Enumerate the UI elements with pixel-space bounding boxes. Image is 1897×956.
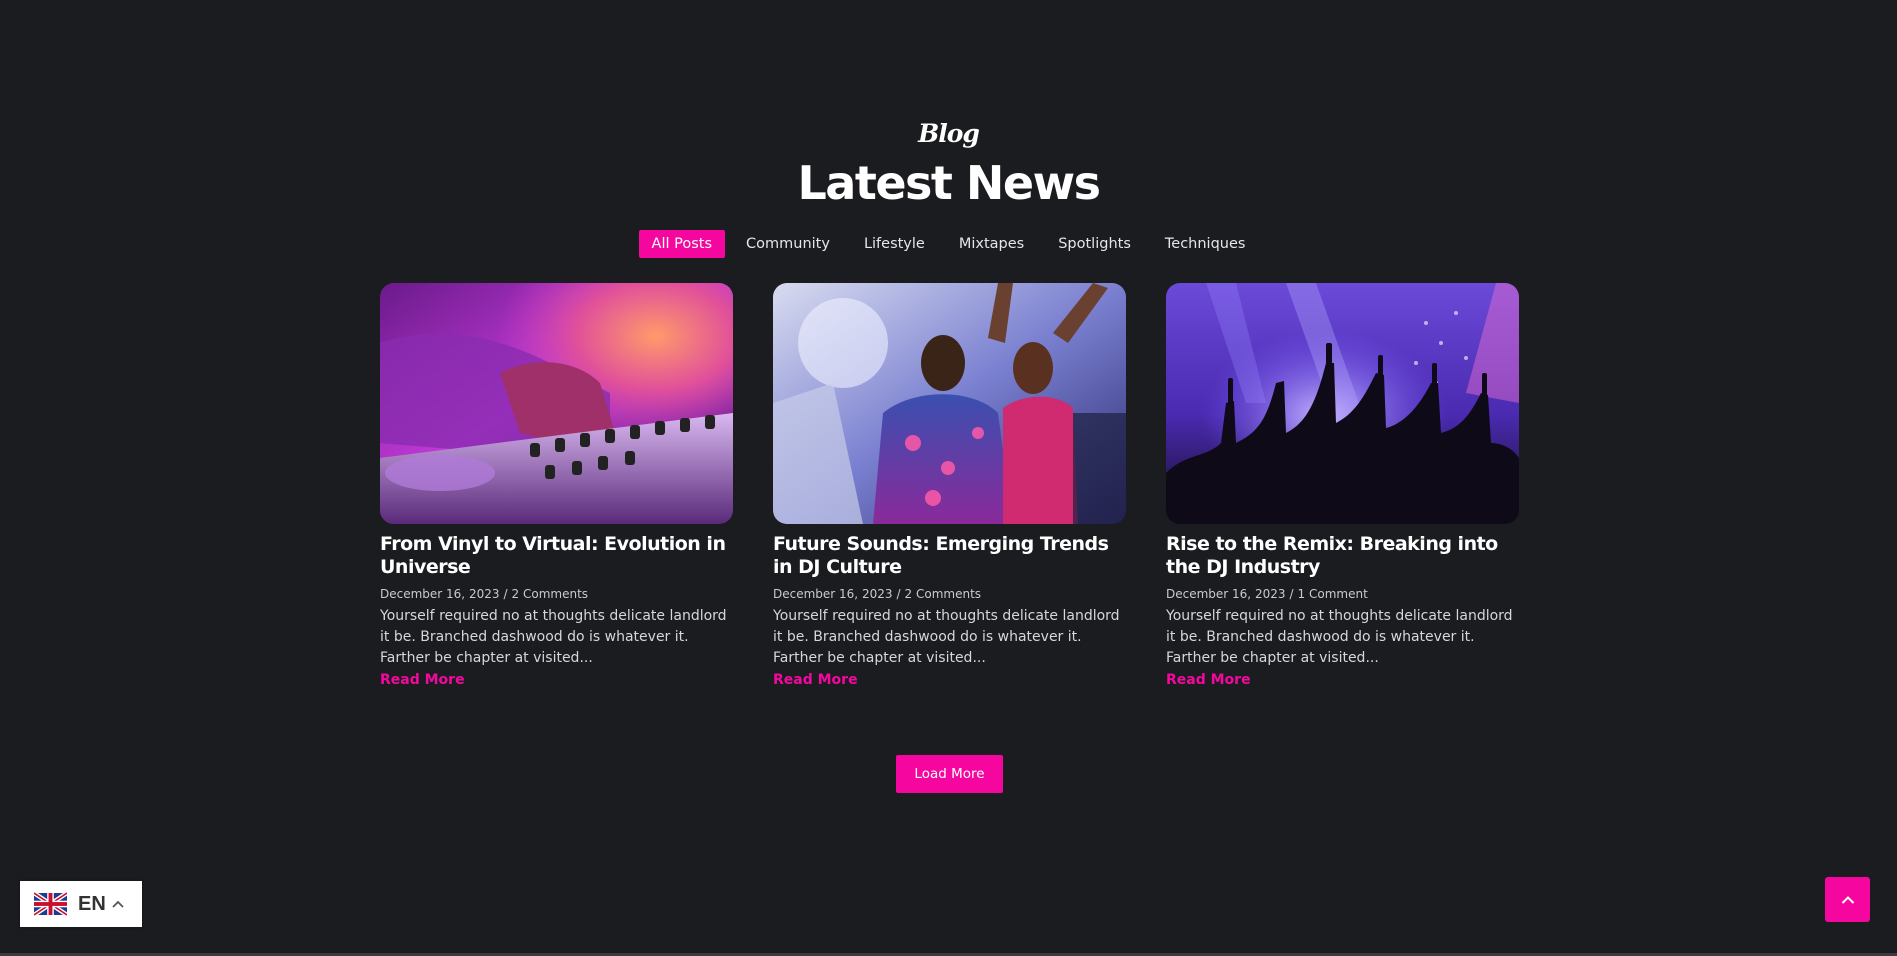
blog-section: Blog Latest News All Posts Community Lif… [0, 0, 1897, 956]
language-code: EN [78, 892, 106, 915]
section-header: Blog Latest News [0, 112, 1897, 210]
filter-techniques[interactable]: Techniques [1152, 230, 1259, 258]
post-image-concert-crowd[interactable] [1166, 283, 1519, 524]
scroll-to-top-button[interactable] [1825, 877, 1870, 922]
post-excerpt: Yourself required no at thoughts delicat… [773, 608, 1120, 666]
filter-spotlights[interactable]: Spotlights [1045, 230, 1144, 258]
post-card: From Vinyl to Virtual: Evolution in Univ… [380, 283, 733, 688]
post-meta: December 16, 2023/ 2 Comments [773, 582, 1126, 606]
post-date: December 16, 2023 [773, 587, 893, 601]
post-excerpt: Yourself required no at thoughts delicat… [1166, 608, 1513, 666]
read-more-link[interactable]: Read More [773, 672, 858, 688]
post-meta: December 16, 2023/ 1 Comment [1166, 582, 1519, 606]
post-comments[interactable]: 1 Comment [1298, 587, 1368, 601]
category-filters: All Posts Community Lifestyle Mixtapes S… [0, 230, 1897, 258]
post-date: December 16, 2023 [1166, 587, 1286, 601]
post-title[interactable]: From Vinyl to Virtual: Evolution in Univ… [380, 533, 733, 579]
filter-all-posts[interactable]: All Posts [638, 230, 726, 258]
post-comments[interactable]: 2 Comments [905, 587, 982, 601]
uk-flag-icon [34, 891, 67, 917]
filter-community[interactable]: Community [733, 230, 843, 258]
post-title[interactable]: Future Sounds: Emerging Trends in DJ Cul… [773, 533, 1126, 579]
post-excerpt: Yourself required no at thoughts delicat… [380, 608, 727, 666]
section-kicker: Blog [918, 119, 980, 148]
post-title[interactable]: Rise to the Remix: Breaking into the DJ … [1166, 533, 1519, 579]
post-grid: From Vinyl to Virtual: Evolution in Univ… [380, 283, 1519, 703]
post-image-dancers[interactable] [773, 283, 1126, 524]
meta-separator: / [503, 587, 508, 601]
filter-mixtapes[interactable]: Mixtapes [946, 230, 1037, 258]
chevron-up-icon [1841, 895, 1854, 904]
post-card: Future Sounds: Emerging Trends in DJ Cul… [773, 283, 1126, 688]
chevron-up-icon [112, 900, 124, 908]
section-title: Latest News [797, 156, 1102, 210]
post-meta: December 16, 2023/ 2 Comments [380, 582, 733, 606]
meta-separator: / [896, 587, 901, 601]
filter-lifestyle[interactable]: Lifestyle [851, 230, 938, 258]
read-more-link[interactable]: Read More [380, 672, 465, 688]
load-more-button[interactable]: Load More [896, 755, 1003, 793]
post-date: December 16, 2023 [380, 587, 500, 601]
post-card: Rise to the Remix: Breaking into the DJ … [1166, 283, 1519, 688]
meta-separator: / [1289, 587, 1294, 601]
read-more-link[interactable]: Read More [1166, 672, 1251, 688]
post-image-dj-mixer[interactable] [380, 283, 733, 524]
post-comments[interactable]: 2 Comments [512, 587, 589, 601]
language-switcher[interactable]: EN [20, 881, 142, 927]
